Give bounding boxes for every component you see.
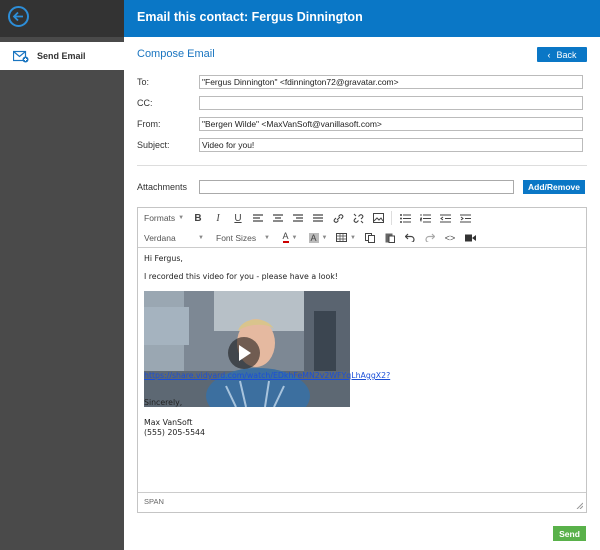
intro-text: I recorded this video for you - please h… <box>144 272 338 281</box>
element-path: SPAN <box>144 497 164 506</box>
unlink-icon[interactable] <box>348 209 368 227</box>
image-icon[interactable] <box>368 209 388 227</box>
align-right-icon[interactable] <box>288 209 308 227</box>
bullet-list-icon[interactable] <box>395 209 415 227</box>
compose-title: Compose Email <box>137 48 215 60</box>
undo-icon[interactable] <box>400 229 420 247</box>
font-size-label: Font Sizes <box>216 232 257 243</box>
greeting-text: Hi Fergus, <box>144 254 183 263</box>
cc-field[interactable] <box>199 96 583 110</box>
bold-icon[interactable]: B <box>188 209 208 227</box>
redo-icon[interactable] <box>420 229 440 247</box>
video-thumbnail[interactable] <box>144 291 350 407</box>
divider <box>137 165 587 166</box>
signature-name: Max VanSoft <box>144 418 193 427</box>
chevron-down-icon: ▼ <box>178 215 185 221</box>
from-field[interactable]: "Bergen Wilde" <MaxVanSoft@vanillasoft.c… <box>199 117 583 131</box>
page-title: Email this contact: Fergus Dinnington <box>137 10 363 24</box>
sidebar: Send Email <box>0 0 124 550</box>
page-header: Email this contact: Fergus Dinnington <box>124 0 600 37</box>
send-button[interactable]: Send <box>553 526 586 541</box>
align-center-icon[interactable] <box>268 209 288 227</box>
link-icon[interactable] <box>328 209 348 227</box>
attachments-field[interactable] <box>199 180 514 194</box>
align-justify-icon[interactable] <box>308 209 328 227</box>
back-button-label: Back <box>556 49 577 60</box>
chevron-down-icon: ▼ <box>264 234 270 241</box>
to-label: To: <box>137 77 150 87</box>
align-left-icon[interactable] <box>248 209 268 227</box>
font-size-dropdown[interactable]: Font Sizes ▼ <box>210 233 276 243</box>
cc-label: CC: <box>137 98 153 108</box>
font-family-label: Verdana <box>144 232 176 243</box>
signature-phone: (555) 205-5544 <box>144 428 205 437</box>
video-icon[interactable] <box>460 229 480 247</box>
video-link[interactable]: https://share.vidyard.com/watch/EDkhFeMN… <box>144 371 390 380</box>
table-icon[interactable]: ▼ <box>332 229 360 247</box>
subject-label: Subject: <box>137 140 170 150</box>
sidebar-item-send-email[interactable]: Send Email <box>0 42 124 70</box>
compose-panel: Compose Email ‹ Back To: "Fergus Dinning… <box>124 37 600 550</box>
sidebar-top <box>0 0 124 37</box>
back-button[interactable]: ‹ Back <box>537 47 587 62</box>
copy-icon[interactable] <box>360 229 380 247</box>
formats-dropdown[interactable]: Formats ▼ <box>144 213 188 223</box>
text-color-icon[interactable]: A ▼ <box>276 229 304 247</box>
attachments-label: Attachments <box>137 182 188 192</box>
from-label: From: <box>137 119 161 129</box>
outdent-icon[interactable] <box>435 209 455 227</box>
toolbar-separator <box>391 211 392 225</box>
sidebar-item-label: Send Email <box>37 51 86 61</box>
subject-field[interactable]: Video for you! <box>199 138 583 152</box>
font-family-dropdown[interactable]: Verdana ▼ <box>144 233 210 243</box>
back-arrow-icon[interactable] <box>8 6 29 27</box>
source-code-icon[interactable]: <> <box>440 229 460 247</box>
editor-toolbar-row-2: Verdana ▼ Font Sizes ▼ A ▼ A ▼ ▼ <> <box>138 228 586 248</box>
background-color-icon[interactable]: A ▼ <box>304 229 332 247</box>
formats-label: Formats <box>144 213 176 223</box>
editor-status-bar: SPAN <box>138 492 586 512</box>
editor-toolbar-row-1: Formats ▼ B I U <box>138 208 586 228</box>
italic-icon[interactable]: I <box>208 209 228 227</box>
resize-handle-icon[interactable] <box>576 502 583 509</box>
to-field[interactable]: "Fergus Dinnington" <fdinnington72@grava… <box>199 75 583 89</box>
rich-text-editor: Formats ▼ B I U Verdana ▼ Font Sizes ▼ A… <box>137 207 587 513</box>
chevron-left-icon: ‹ <box>547 49 551 60</box>
indent-icon[interactable] <box>455 209 475 227</box>
numbered-list-icon[interactable] <box>415 209 435 227</box>
closing-text: Sincerely, <box>144 398 183 407</box>
paste-icon[interactable] <box>380 229 400 247</box>
chevron-down-icon: ▼ <box>198 234 204 241</box>
underline-icon[interactable]: U <box>228 209 248 227</box>
add-remove-button[interactable]: Add/Remove <box>523 180 585 194</box>
send-email-icon <box>12 49 29 63</box>
